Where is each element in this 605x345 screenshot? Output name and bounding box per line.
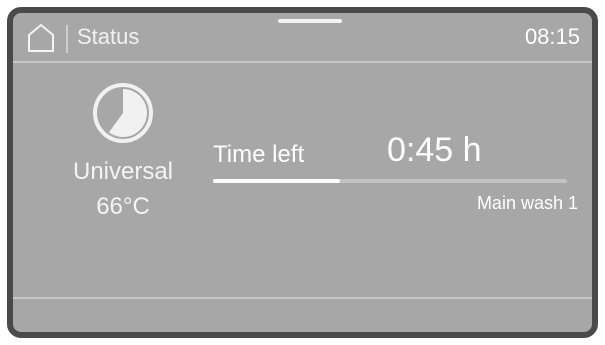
progress-bar-fill xyxy=(213,179,341,183)
progress-bar xyxy=(213,179,567,183)
status-screen: Status 08:15 Universal 66°C Time left 0:… xyxy=(7,7,598,338)
page-title: Status xyxy=(77,24,140,49)
program-temperature: 66°C xyxy=(96,193,150,220)
time-left-value: 0:45 h xyxy=(387,131,482,169)
pie-fill xyxy=(108,89,147,137)
program-name: Universal xyxy=(72,158,174,185)
program-progress-pie-icon xyxy=(93,83,153,143)
header-divider xyxy=(66,25,68,53)
footer-divider xyxy=(13,297,592,299)
home-icon xyxy=(28,23,54,52)
status-header: Status 08:15 xyxy=(13,13,592,63)
program-phase: Main wash 1 xyxy=(476,193,578,213)
appliance-display: Status 08:15 Universal 66°C Time left 0:… xyxy=(0,0,605,345)
clock: 08:15 xyxy=(524,24,580,49)
home-button[interactable] xyxy=(27,23,55,53)
time-left-label: Time left xyxy=(213,141,305,168)
